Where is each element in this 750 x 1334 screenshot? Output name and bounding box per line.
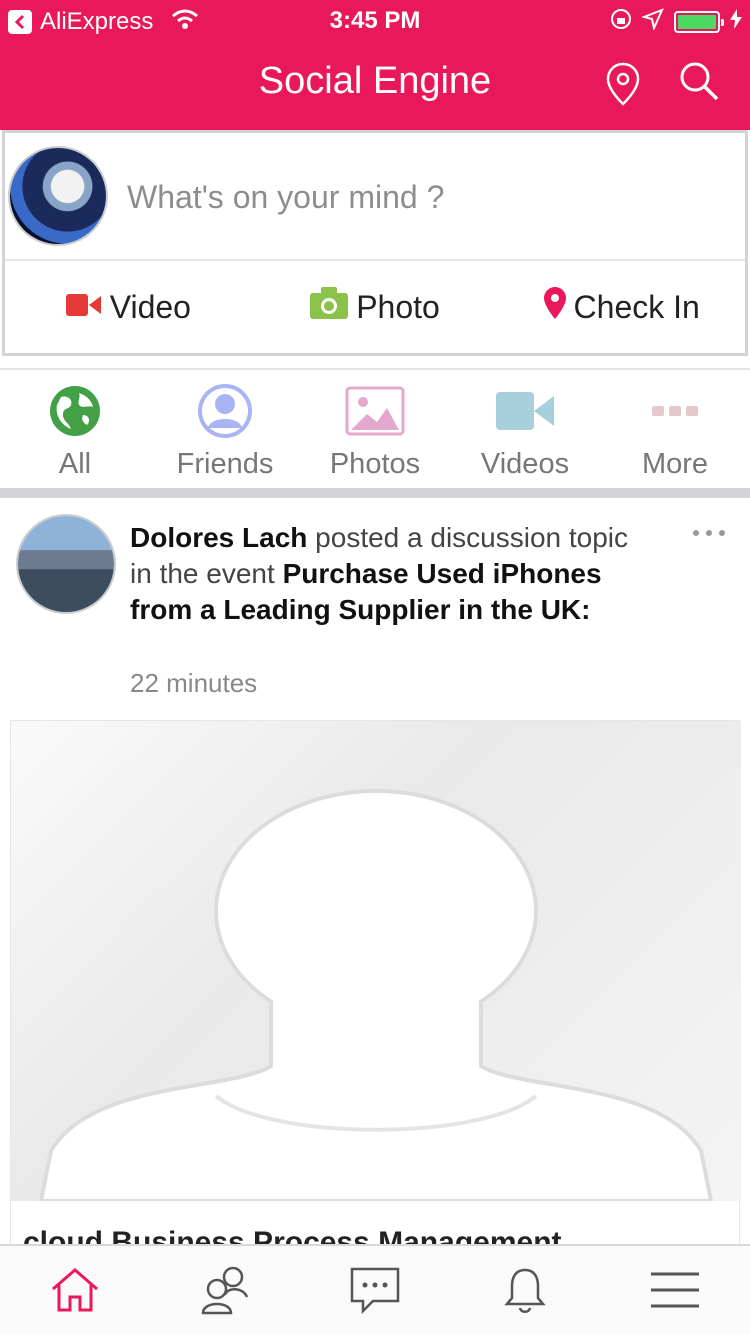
post-author-name[interactable]: Dolores Lach [130,522,307,553]
tab-home[interactable] [35,1264,115,1320]
home-icon [50,1267,100,1318]
filter-more[interactable]: More [605,380,745,481]
filter-friends[interactable]: Friends [155,380,295,481]
feed-filter-bar: All Friends Photos Videos More [0,368,750,488]
location-arrow-icon [640,8,664,35]
composer-top: What's on your mind ? [5,133,745,261]
tab-notifications[interactable] [485,1264,565,1320]
more-icon [605,380,745,442]
map-pin-icon[interactable] [606,62,640,111]
filter-videos[interactable]: Videos [455,380,595,481]
status-composer: What's on your mind ? Video Photo Check … [2,130,748,356]
filter-friends-label: Friends [176,448,274,480]
placeholder-avatar-image [11,721,741,1201]
battery-icon [674,10,724,33]
tab-messages[interactable] [335,1264,415,1320]
post-timestamp: 22 minutes [130,668,258,698]
map-pin-icon [543,287,566,327]
post-attachment-card[interactable]: cloud Business Process Management [10,720,741,1260]
camera-icon [310,287,349,327]
status-input[interactable]: What's on your mind ? [127,179,444,216]
filter-photos-label: Photos [329,448,421,480]
image-icon [305,380,445,442]
filter-photos[interactable]: Photos [305,380,445,481]
post-header: Dolores Lach posted a discussion topic i… [130,520,630,628]
video-icon [455,380,595,442]
composer-actions: Video Photo Check In [5,261,745,353]
top-bar: AliExpress 3:45 PM Social Engine [0,0,750,130]
post-author-avatar[interactable] [16,514,116,614]
status-right [610,8,742,35]
tab-menu[interactable] [635,1264,715,1320]
rotation-lock-icon [610,8,632,35]
filter-videos-label: Videos [480,448,570,480]
filter-all[interactable]: All [5,380,145,481]
user-avatar[interactable] [8,146,108,246]
video-post-button[interactable]: Video [5,289,252,326]
photo-label: Photo [356,288,440,325]
video-label: Video [109,288,191,325]
tab-friends[interactable] [185,1264,265,1320]
status-bar: AliExpress 3:45 PM [0,0,750,40]
charging-icon [730,9,742,34]
chat-icon [349,1266,401,1319]
photo-post-button[interactable]: Photo [252,287,499,327]
globe-icon [5,380,145,442]
post-options-icon[interactable] [692,520,726,543]
check-in-button[interactable]: Check In [498,287,745,327]
feed-post: Dolores Lach posted a discussion topic i… [0,498,750,1260]
search-icon[interactable] [678,60,720,107]
bell-icon [504,1266,546,1319]
filter-more-label: More [641,448,709,480]
video-icon [65,289,102,326]
filter-all-label: All [58,448,92,480]
section-divider [0,488,750,498]
check-in-label: Check In [573,288,700,325]
bottom-tab-bar [0,1244,750,1334]
person-icon [155,380,295,442]
people-icon [201,1265,249,1320]
menu-icon [650,1270,700,1315]
